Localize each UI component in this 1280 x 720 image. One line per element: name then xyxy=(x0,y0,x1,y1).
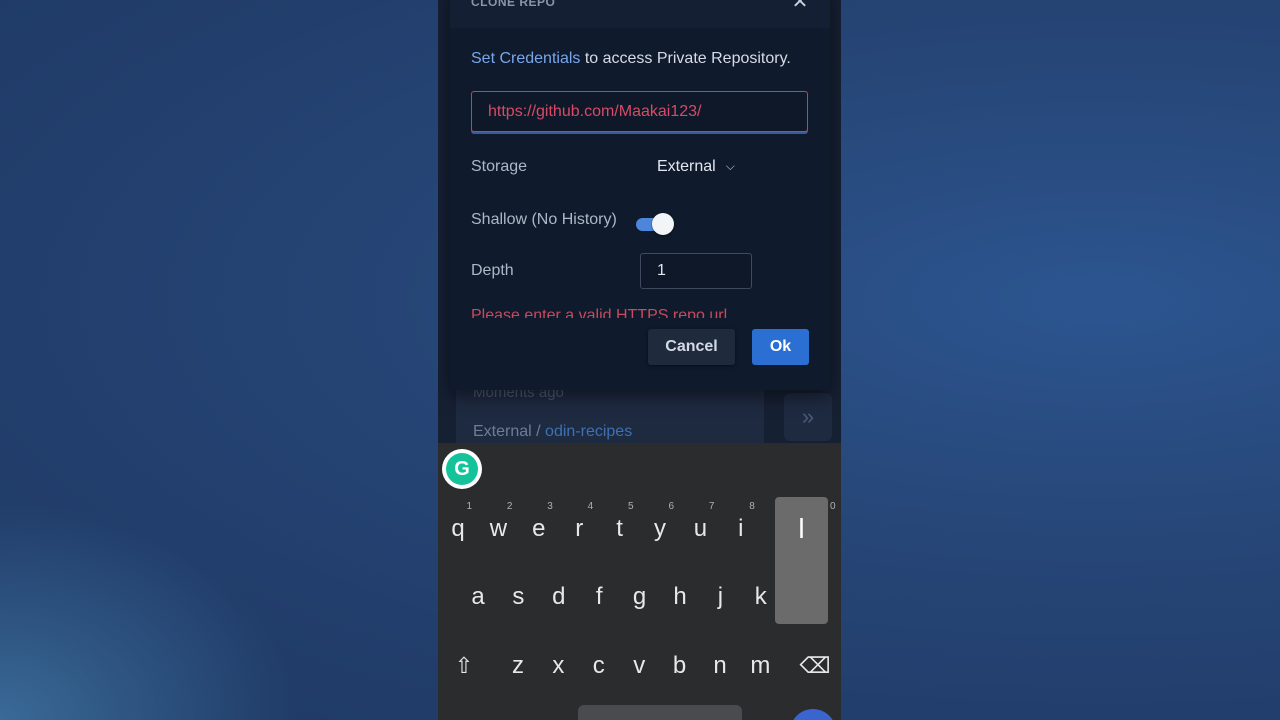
key-x[interactable]: x xyxy=(538,636,578,696)
key-label: t xyxy=(616,515,623,542)
key-a[interactable]: a xyxy=(458,567,498,627)
key-f[interactable]: f xyxy=(579,567,619,627)
key-label: w xyxy=(489,515,508,542)
backspace-icon[interactable]: ⌫ xyxy=(795,636,835,696)
key-label: q xyxy=(451,515,465,542)
key-g[interactable]: g xyxy=(620,567,660,627)
close-button[interactable]: ✕ xyxy=(790,0,810,12)
credentials-line: Set Credentials to access Private Reposi… xyxy=(471,50,791,68)
key-d[interactable]: d xyxy=(539,567,579,627)
key-label: s xyxy=(512,583,525,610)
shallow-label: Shallow (No History) xyxy=(471,211,617,228)
credentials-text: to access Private Repository. xyxy=(580,50,791,67)
toggle-knob xyxy=(652,213,674,235)
key-label: a xyxy=(471,583,485,610)
clone-repo-dialog: CLONE REPO ✕ Set Credentials to access P… xyxy=(450,0,830,390)
on-screen-keyboard: G q1w2e3r4t5y6u7i8o9p0asdfghjklzxcvbnm ⇧… xyxy=(438,443,841,720)
key-n[interactable]: n xyxy=(700,636,740,696)
error-message: Please enter a valid HTTPS repo url xyxy=(471,307,728,318)
close-icon: ✕ xyxy=(791,0,809,13)
key-t[interactable]: t5 xyxy=(600,499,640,559)
key-i[interactable]: i8 xyxy=(721,499,761,559)
key-label: i xyxy=(738,515,744,542)
dialog-title: CLONE REPO xyxy=(471,0,556,9)
key-popup: l xyxy=(775,497,828,624)
phone-screen: Moments ago External / odin-recipes » CL… xyxy=(438,0,841,720)
key-label: e xyxy=(532,515,546,542)
key-j[interactable]: j xyxy=(700,567,740,627)
key-number-hint: 4 xyxy=(587,501,594,512)
key-q[interactable]: q1 xyxy=(438,499,478,559)
key-label: k xyxy=(754,583,767,610)
depth-label: Depth xyxy=(471,262,514,279)
key-e[interactable]: e3 xyxy=(519,499,559,559)
set-credentials-link[interactable]: Set Credentials xyxy=(471,50,580,67)
key-label: r xyxy=(575,515,584,542)
key-number-hint: 8 xyxy=(749,501,755,512)
key-number-hint: 3 xyxy=(547,501,553,512)
key-label: h xyxy=(673,583,687,610)
chevron-down-icon: ⌵ xyxy=(725,159,735,173)
shallow-toggle[interactable] xyxy=(636,212,676,236)
enter-key[interactable] xyxy=(790,709,836,720)
key-label: v xyxy=(633,652,646,679)
key-s[interactable]: s xyxy=(498,567,538,627)
key-r[interactable]: r4 xyxy=(559,499,599,559)
key-h[interactable]: h xyxy=(660,567,700,627)
key-b[interactable]: b xyxy=(660,636,700,696)
key-number-hint: 0 xyxy=(830,501,836,512)
key-label: n xyxy=(713,652,727,679)
key-z[interactable]: z xyxy=(498,636,538,696)
background-glow xyxy=(0,500,300,720)
key-v[interactable]: v xyxy=(619,636,659,696)
repo-card-path: External / odin-recipes xyxy=(473,423,632,441)
key-number-hint: 5 xyxy=(628,501,634,512)
key-label: j xyxy=(717,583,724,610)
repo-card-name: odin-recipes xyxy=(545,423,633,440)
key-c[interactable]: c xyxy=(579,636,619,696)
storage-select[interactable]: External ⌵ xyxy=(657,158,735,176)
key-y[interactable]: y6 xyxy=(640,499,680,559)
dialog-header: CLONE REPO ✕ xyxy=(450,0,830,28)
key-m[interactable]: m xyxy=(740,636,780,696)
key-label: d xyxy=(552,583,566,610)
cancel-button[interactable]: Cancel xyxy=(648,329,735,365)
key-w[interactable]: w2 xyxy=(478,499,518,559)
depth-input[interactable] xyxy=(640,253,752,289)
repo-card-storage: External xyxy=(473,423,532,440)
storage-label: Storage xyxy=(471,158,528,175)
shift-icon[interactable]: ⇧ xyxy=(444,636,484,696)
key-label: b xyxy=(672,652,687,679)
key-u[interactable]: u7 xyxy=(680,499,720,559)
key-label: x xyxy=(552,652,565,679)
key-label: f xyxy=(595,583,603,610)
key-label: g xyxy=(632,583,647,610)
storage-value: External xyxy=(657,158,716,175)
key-label: c xyxy=(592,652,605,679)
key-label: y xyxy=(654,515,666,542)
open-repo-button[interactable]: » xyxy=(784,393,832,441)
key-label: z xyxy=(512,652,524,679)
repo-card-separator: / xyxy=(531,423,546,440)
ok-button[interactable]: Ok xyxy=(752,329,809,365)
repo-url-input[interactable] xyxy=(471,91,808,132)
grammarly-icon[interactable]: G xyxy=(442,449,482,489)
space-bar[interactable] xyxy=(578,705,742,720)
key-number-hint: 1 xyxy=(466,501,472,512)
double-chevron-right-icon: » xyxy=(801,404,815,429)
key-label: m xyxy=(750,652,771,679)
key-number-hint: 2 xyxy=(506,501,513,512)
key-number-hint: 6 xyxy=(668,501,674,512)
key-number-hint: 7 xyxy=(708,501,715,512)
key-label: u xyxy=(693,515,708,542)
